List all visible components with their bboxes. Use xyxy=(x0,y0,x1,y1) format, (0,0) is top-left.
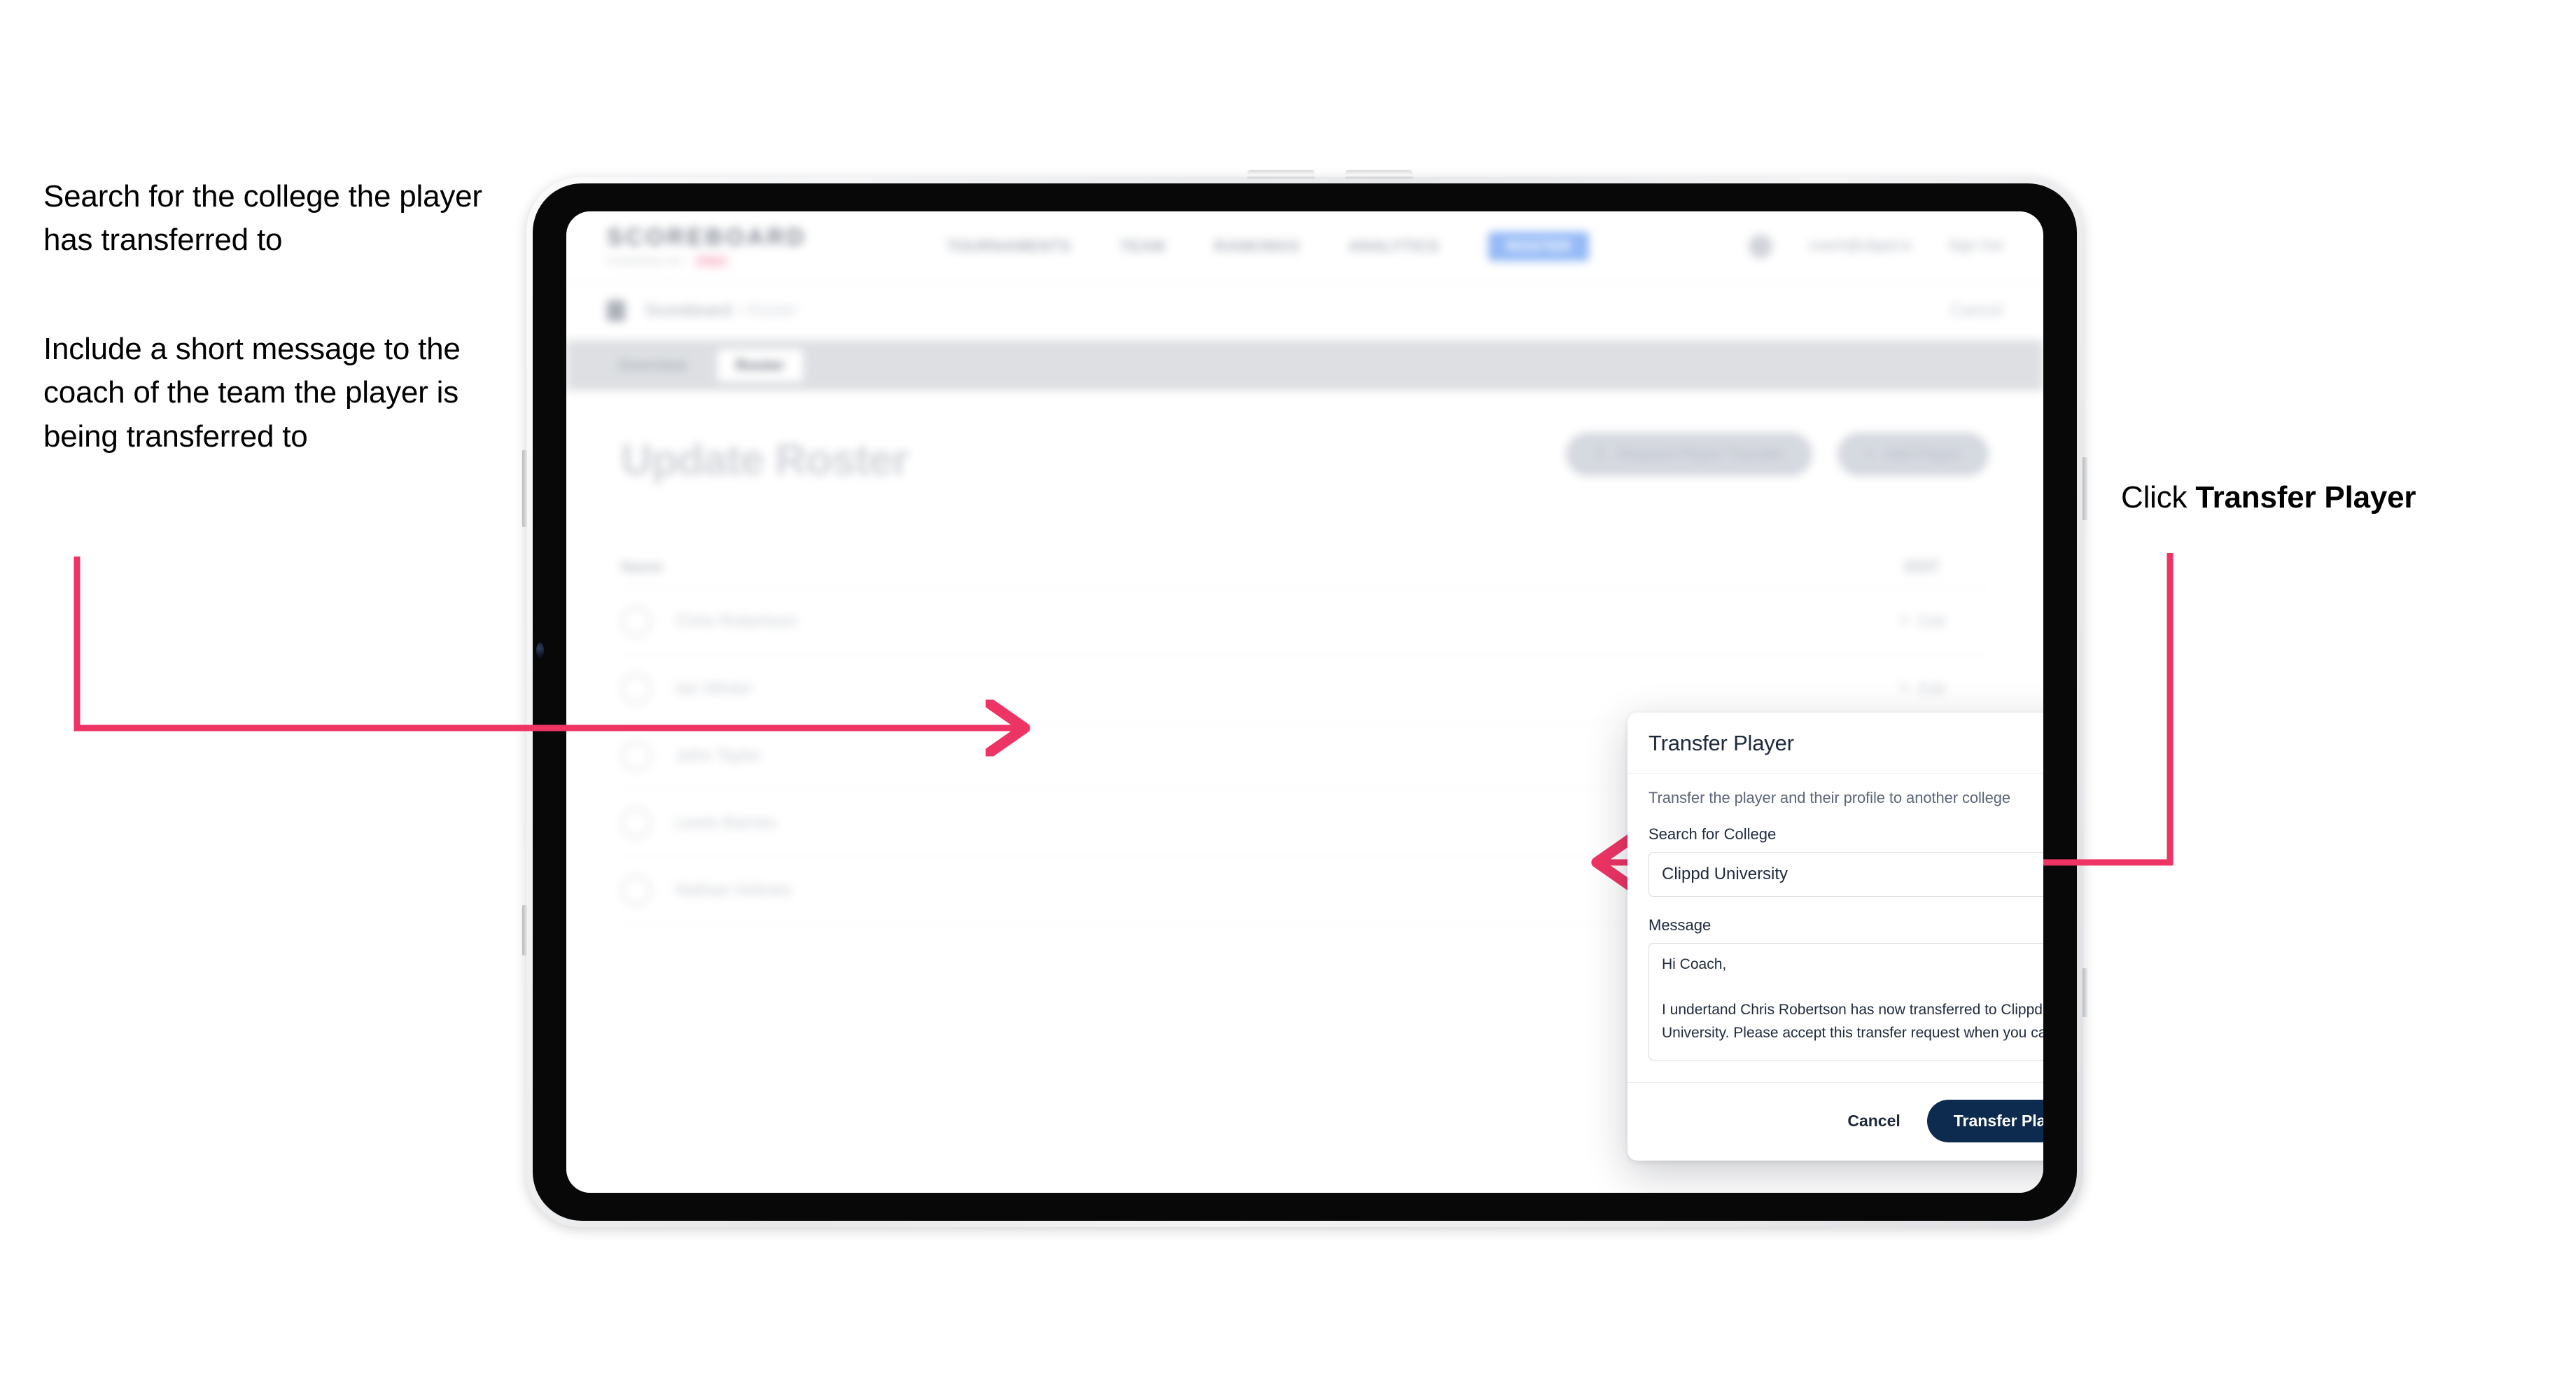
side-button-left-lower[interactable] xyxy=(522,905,527,955)
transfer-player-button[interactable]: Transfer Player xyxy=(1926,1100,2043,1142)
player-name: Nathan Holmes xyxy=(676,880,792,899)
brand-powered-by: POWERED BY xyxy=(607,255,685,267)
breadcrumb: Scoreboard / Roster Cancel xyxy=(566,281,2043,340)
player-name: Ian Winter xyxy=(676,678,752,698)
edit-label: Edit xyxy=(1919,679,1945,697)
message-textarea[interactable] xyxy=(1648,943,2043,1060)
annotation-click-bold: Transfer Player xyxy=(2195,480,2416,514)
brand-logo[interactable]: SCOREBOARD POWERED BY PGA xyxy=(607,224,807,268)
college-field-group: Search for College xyxy=(1648,825,2043,897)
avatar xyxy=(621,807,652,839)
transfer-player-modal: Transfer Player Transfer the player and … xyxy=(1628,713,2043,1161)
sign-out-link[interactable]: Sign Out xyxy=(1948,238,2003,254)
side-button-left-upper[interactable] xyxy=(522,450,527,527)
annotation-click-prefix: Click xyxy=(2121,480,2196,514)
brand-subline: POWERED BY PGA xyxy=(607,254,807,268)
table-header-row: Name EDIT xyxy=(621,545,1989,588)
nav-item-rankings[interactable]: RANKINGS xyxy=(1214,237,1300,255)
add-player-label: Add Player xyxy=(1885,445,1961,463)
tab-bar: Overview Roster xyxy=(566,340,2043,391)
tab-roster[interactable]: Roster xyxy=(717,349,803,382)
column-header-edit: EDIT xyxy=(1904,558,1940,575)
avatar[interactable] xyxy=(1749,234,1773,258)
search-college-input[interactable] xyxy=(1648,852,2043,897)
annotation-include-message: Include a short message to the coach of … xyxy=(43,332,461,454)
nav-item-analytics[interactable]: ANALYTICS xyxy=(1349,237,1439,255)
annotation-search-college: Search for the college the player has tr… xyxy=(43,179,482,258)
volume-up-button[interactable] xyxy=(1247,170,1315,178)
brand-tag: PGA xyxy=(692,254,731,268)
nav-user-area: coach@clippd.io Sign Out xyxy=(1749,234,2003,258)
nav-item-roster[interactable]: ROSTER xyxy=(1488,231,1589,261)
nav-links: TOURNAMENTS TEAM RANKINGS ANALYTICS ROST… xyxy=(947,231,1589,261)
avatar xyxy=(621,740,652,771)
add-player-button[interactable]: + Add Player xyxy=(1837,433,1989,476)
modal-body: Transfer the player and their profile to… xyxy=(1628,774,2043,1082)
tablet-screen: SCOREBOARD POWERED BY PGA TOURNAMENTS TE… xyxy=(566,211,2043,1193)
modal-header: Transfer Player xyxy=(1628,713,2043,774)
plus-icon: + xyxy=(1865,445,1875,463)
side-button-right-lower[interactable] xyxy=(2082,968,2087,1017)
player-name: John Taylor xyxy=(676,746,762,765)
avatar xyxy=(621,606,652,637)
scoreboard-icon xyxy=(607,300,625,321)
brand-wordmark: SCOREBOARD xyxy=(607,224,807,251)
player-name: Chris Robertson xyxy=(676,611,797,631)
nav-item-team[interactable]: TEAM xyxy=(1120,237,1166,255)
side-button-right-upper[interactable] xyxy=(2082,457,2087,520)
edit-link[interactable]: ✎ Edit xyxy=(1898,612,1989,631)
avatar xyxy=(621,673,652,704)
avatar xyxy=(621,874,652,906)
user-email: coach@clippd.io xyxy=(1809,238,1912,253)
pencil-icon: ✎ xyxy=(1898,614,1911,629)
volume-down-button[interactable] xyxy=(1345,170,1413,178)
column-header-name: Name xyxy=(621,558,663,575)
request-player-transfer-button[interactable]: ⇩ Request Player Transfer xyxy=(1565,433,1812,476)
breadcrumb-cancel-link[interactable]: Cancel xyxy=(1950,301,2003,321)
tab-overview[interactable]: Overview xyxy=(600,349,705,382)
table-row[interactable]: Chris Robertson ✎ Edit xyxy=(621,588,1989,655)
message-field-label: Message xyxy=(1648,916,1712,934)
request-transfer-label: Request Player Transfer xyxy=(1618,445,1784,463)
college-field-label: Search for College xyxy=(1648,825,1777,843)
breadcrumb-sub: / Roster xyxy=(738,300,798,320)
player-name: Lewis Barnes xyxy=(676,813,777,832)
front-camera-icon xyxy=(536,643,544,658)
pencil-icon: ✎ xyxy=(1898,681,1911,696)
download-icon: ⇩ xyxy=(1593,445,1607,463)
edit-link[interactable]: ✎ Edit xyxy=(1898,680,1989,698)
top-navigation-bar: SCOREBOARD POWERED BY PGA TOURNAMENTS TE… xyxy=(566,211,2043,281)
message-field-group: Message xyxy=(1648,916,2043,1064)
tablet-device-frame: SCOREBOARD POWERED BY PGA TOURNAMENTS TE… xyxy=(522,170,2087,1227)
annotation-click-transfer: Click Transfer Player xyxy=(2121,476,2541,519)
modal-title: Transfer Player xyxy=(1648,731,1794,755)
breadcrumb-label[interactable]: Scoreboard xyxy=(645,301,732,321)
tablet-bezel: SCOREBOARD POWERED BY PGA TOURNAMENTS TE… xyxy=(533,183,2077,1221)
modal-footer: Cancel Transfer Player xyxy=(1628,1082,2043,1161)
modal-description: Transfer the player and their profile to… xyxy=(1648,789,2010,806)
cancel-button[interactable]: Cancel xyxy=(1844,1105,1903,1138)
page-action-buttons: ⇩ Request Player Transfer + Add Player xyxy=(1565,433,1989,476)
screenshot-root: Search for the college the player has tr… xyxy=(0,0,2576,1386)
nav-item-tournaments[interactable]: TOURNAMENTS xyxy=(947,237,1071,255)
edit-label: Edit xyxy=(1919,612,1945,630)
